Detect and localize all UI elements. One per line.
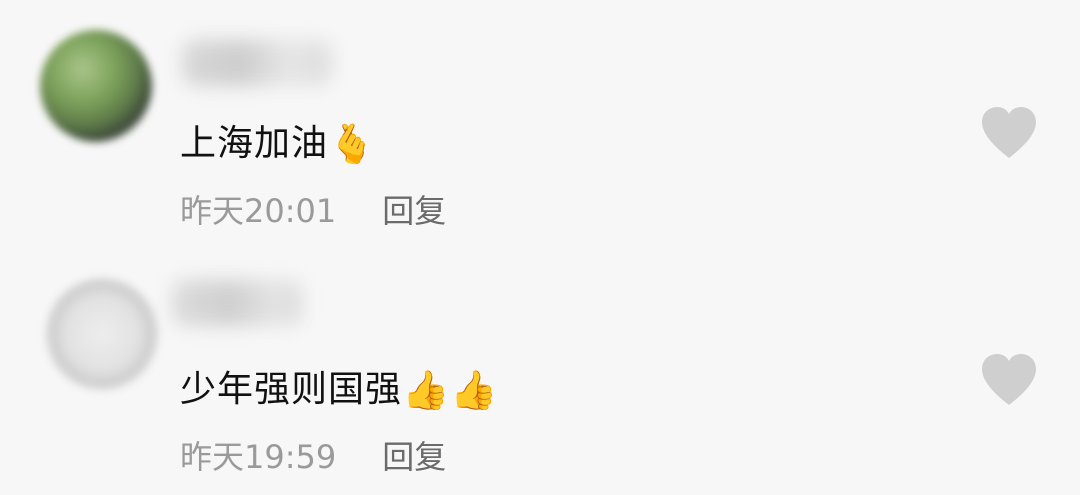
comment-meta: 昨天19:59 回复 (180, 432, 446, 478)
avatar[interactable] (46, 278, 158, 390)
emoji: 👍👍 (402, 368, 499, 412)
reply-button[interactable]: 回复 (382, 432, 446, 478)
heart-icon[interactable] (978, 351, 1040, 407)
username[interactable] (172, 280, 302, 326)
comment-item: 少年强则国强👍👍 昨天19:59 回复 (0, 0, 1080, 476)
timestamp: 昨天19:59 (180, 438, 337, 476)
comment-body: 少年强则国强 (180, 369, 403, 410)
comment-text: 少年强则国强👍👍 (180, 360, 499, 413)
